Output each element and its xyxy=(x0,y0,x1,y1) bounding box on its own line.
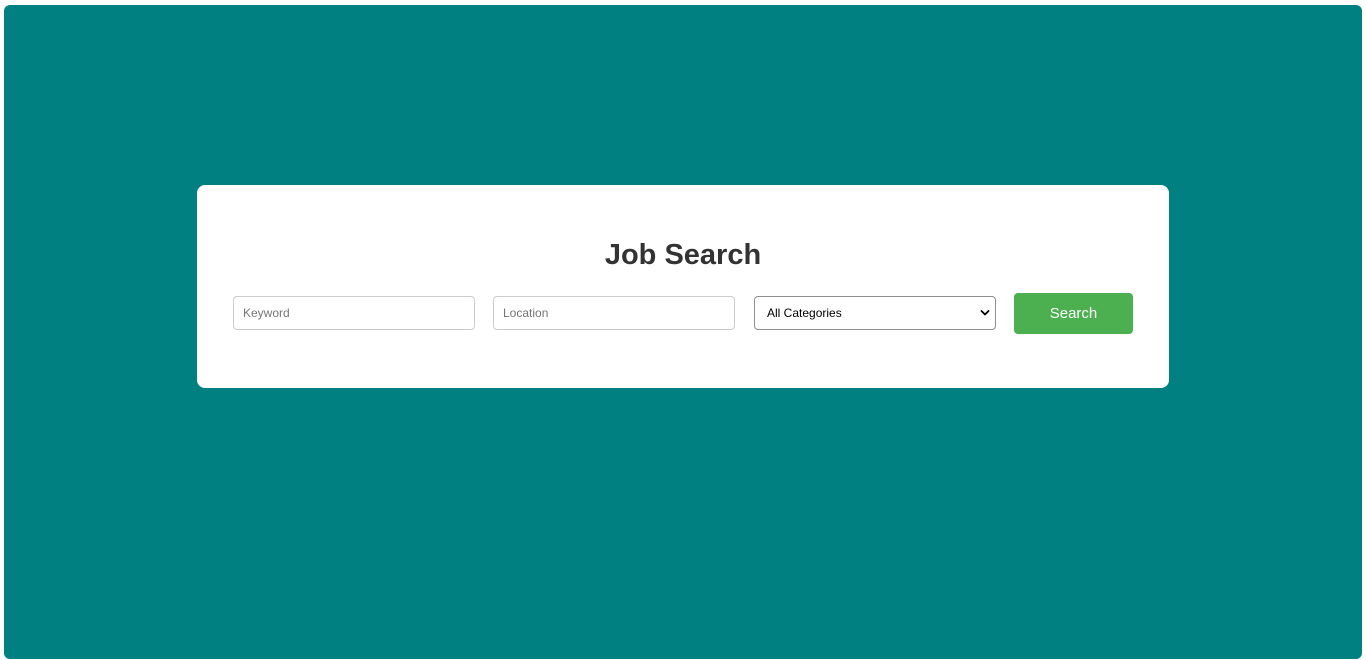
location-input[interactable] xyxy=(493,296,735,330)
category-select-value: All Categories xyxy=(767,306,842,320)
chevron-down-icon xyxy=(980,310,990,316)
search-button[interactable]: Search xyxy=(1014,293,1133,334)
page-title: Job Search xyxy=(604,239,762,271)
page-background: Job Search All Categories Search xyxy=(4,5,1362,659)
job-search-card: Job Search All Categories Search xyxy=(197,185,1169,388)
category-select[interactable]: All Categories xyxy=(754,296,996,330)
keyword-input[interactable] xyxy=(233,296,475,330)
